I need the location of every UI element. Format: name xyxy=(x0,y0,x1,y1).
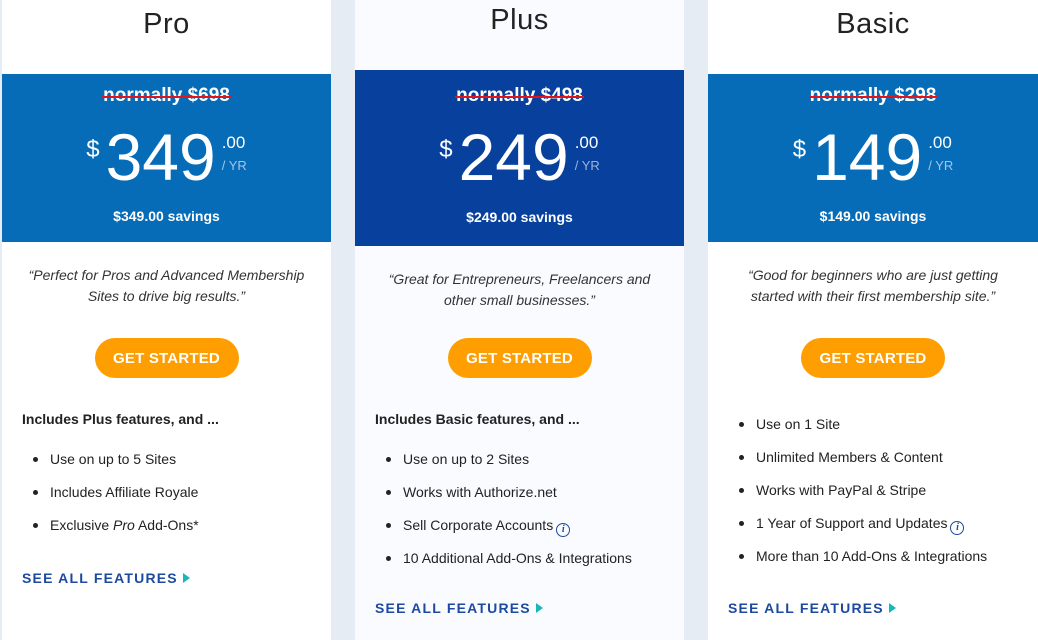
price-panel: normally $298 $ 149 .00 / YR $149.00 sav… xyxy=(708,74,1038,242)
includes-heading: Includes Plus features, and ... xyxy=(22,411,219,427)
savings-text: $249.00 savings xyxy=(466,209,573,225)
price-amount: 249 xyxy=(458,120,569,194)
pricing-card-pro: Pro normally $698 $ 349 .00 / YR $349.00… xyxy=(2,0,331,640)
get-started-button[interactable]: GET STARTED xyxy=(447,338,592,378)
billing-period: / YR xyxy=(221,158,247,173)
savings-text: $149.00 savings xyxy=(819,208,927,224)
price-amount: 349 xyxy=(105,120,216,194)
list-item: Unlimited Members & Content xyxy=(739,448,1028,481)
feature-list: Use on 1 Site Unlimited Members & Conten… xyxy=(728,415,1028,580)
plan-name: Plus xyxy=(490,4,549,36)
list-item: Works with Authorize.net xyxy=(386,483,674,516)
info-icon[interactable]: i xyxy=(556,523,571,537)
price: $ 249 .00 / YR xyxy=(355,122,684,192)
price-cents: .00 xyxy=(928,133,952,152)
price-panel: normally $698 $ 349 .00 / YR $349.00 sav… xyxy=(2,74,331,242)
price-cents: .00 xyxy=(221,133,246,152)
get-started-button[interactable]: GET STARTED xyxy=(94,338,239,378)
play-arrow-icon xyxy=(182,573,190,583)
list-item: Use on 1 Site xyxy=(739,415,1028,448)
see-all-features-link[interactable]: SEE ALL FEATURES xyxy=(22,570,190,586)
plan-tagline: “Good for beginners who are just getting… xyxy=(748,267,998,304)
pricing-card-plus: Plus normally $498 $ 249 .00 / YR $249.0… xyxy=(355,0,684,640)
list-item: 1 Year of Support and Updates i xyxy=(739,514,1028,547)
plan-tagline: “Great for Entrepreneurs, Freelancers an… xyxy=(388,271,651,308)
list-item: 10 Additional Add-Ons & Integrations xyxy=(386,549,674,582)
original-price: normally $698 xyxy=(102,85,231,106)
savings-text: $349.00 savings xyxy=(113,208,220,224)
plan-name: Basic xyxy=(836,8,910,40)
feature-list: Use on up to 2 Sites Works with Authoriz… xyxy=(375,450,674,582)
plan-tagline: “Perfect for Pros and Advanced Membershi… xyxy=(28,267,305,304)
list-item: Exclusive Pro Add-Ons* xyxy=(33,516,321,549)
original-price: normally $498 xyxy=(455,85,584,106)
original-price: normally $298 xyxy=(808,85,938,106)
currency-symbol: $ xyxy=(792,136,807,163)
currency-symbol: $ xyxy=(86,136,100,163)
pricing-card-basic: Basic normally $298 $ 149 .00 / YR $149.… xyxy=(708,0,1038,640)
list-item: Works with PayPal & Stripe xyxy=(739,481,1028,514)
info-icon[interactable]: i xyxy=(950,521,965,535)
see-all-features-link[interactable]: SEE ALL FEATURES xyxy=(728,600,896,616)
see-all-features-link[interactable]: SEE ALL FEATURES xyxy=(375,600,543,616)
list-item: Use on up to 2 Sites xyxy=(386,450,674,483)
list-item: Includes Affiliate Royale xyxy=(33,483,321,516)
list-item: Use on up to 5 Sites xyxy=(33,450,321,483)
price-panel: normally $498 $ 249 .00 / YR $249.00 sav… xyxy=(355,70,684,246)
currency-symbol: $ xyxy=(439,136,453,163)
billing-period: / YR xyxy=(928,158,954,173)
price: $ 149 .00 / YR xyxy=(708,122,1038,192)
billing-period: / YR xyxy=(574,158,600,173)
price-cents: .00 xyxy=(574,133,599,152)
price: $ 349 .00 / YR xyxy=(2,122,331,192)
price-amount: 149 xyxy=(812,120,923,194)
includes-heading: Includes Basic features, and ... xyxy=(375,411,580,427)
get-started-button[interactable]: GET STARTED xyxy=(801,338,945,378)
feature-list: Use on up to 5 Sites Includes Affiliate … xyxy=(22,450,321,549)
list-item: Sell Corporate Accounts i xyxy=(386,516,674,549)
list-item: More than 10 Add-Ons & Integrations xyxy=(739,547,1028,580)
plan-name: Pro xyxy=(143,8,190,40)
